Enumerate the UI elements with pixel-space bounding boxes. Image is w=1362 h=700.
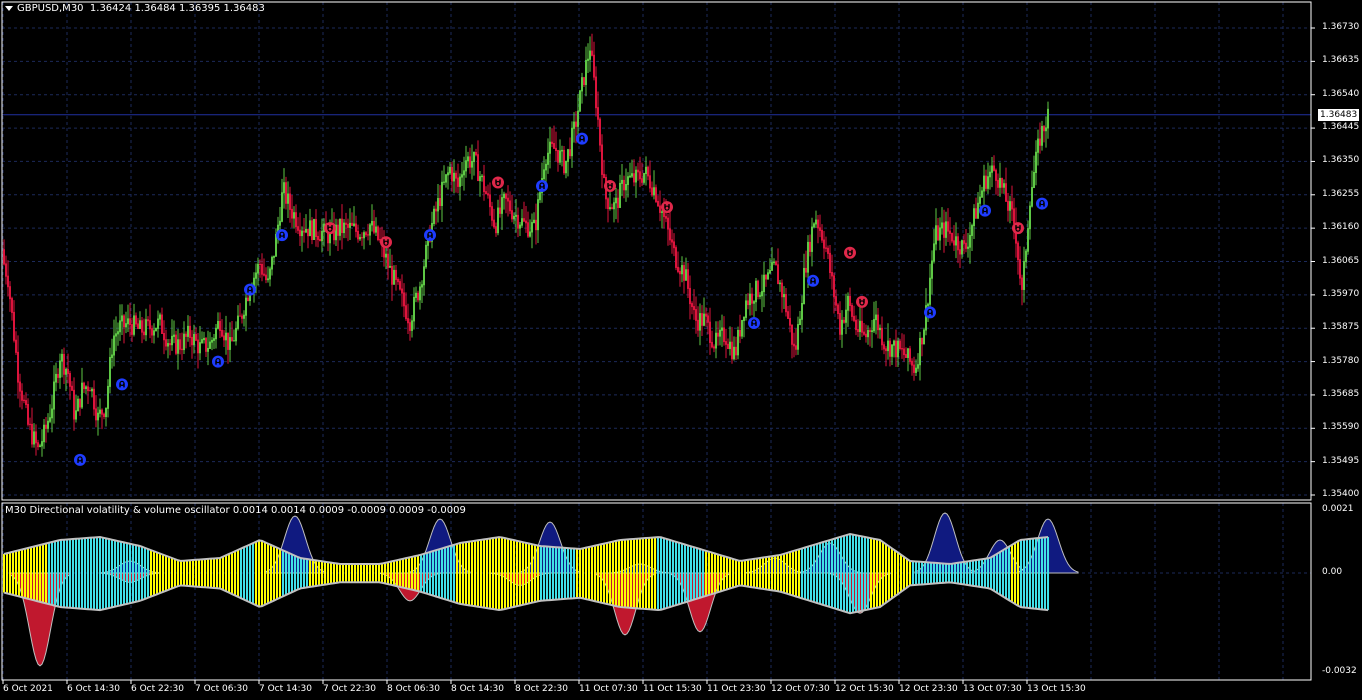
up-signal-icon — [748, 316, 760, 329]
up-signal-icon — [244, 283, 256, 296]
time-tick-label: 12 Oct 07:30 — [771, 684, 830, 694]
time-tick-label: 6 Oct 2021 — [3, 684, 53, 694]
time-tick-label: 12 Oct 23:30 — [899, 684, 958, 694]
up-signal-icon — [424, 229, 436, 242]
indicator-tick-label: 0.0021 — [1322, 504, 1354, 514]
up-signal-icon — [924, 306, 936, 319]
signal-arrows — [74, 132, 1048, 466]
indicator-pane-frame — [1, 502, 1312, 681]
candlestick-series — [3, 33, 1049, 457]
down-signal-icon — [844, 246, 856, 259]
price-tick-label: 1.35400 — [1322, 489, 1360, 499]
ohlc-readout: 1.36424 1.36484 1.36395 1.36483 — [89, 3, 265, 14]
price-tick-label: 1.36540 — [1322, 88, 1360, 99]
price-tick-label: 1.35685 — [1322, 388, 1360, 399]
time-tick-label: 11 Oct 15:30 — [643, 684, 702, 694]
time-tick-label: 8 Oct 06:30 — [387, 684, 440, 694]
volatility-oscillator — [3, 512, 1079, 667]
time-tick-label: 13 Oct 07:30 — [963, 684, 1022, 694]
current-price-tag: 1.36483 — [1318, 108, 1360, 121]
time-tick-label: 13 Oct 15:30 — [1027, 684, 1086, 694]
down-signal-icon — [380, 236, 392, 249]
down-signal-icon — [324, 222, 336, 235]
price-tick-label: 1.36350 — [1322, 155, 1360, 166]
price-tick-label: 1.36635 — [1322, 55, 1360, 66]
price-tick-label: 1.35495 — [1322, 455, 1360, 466]
price-tick-label: 1.35970 — [1322, 288, 1360, 299]
time-tick-label: 8 Oct 22:30 — [515, 684, 568, 694]
price-tick-label: 1.36065 — [1322, 255, 1360, 266]
price-tick-label: 1.36445 — [1322, 122, 1360, 133]
chart-title: GBPUSD,M30 1.36424 1.36484 1.36395 1.364… — [5, 3, 265, 14]
down-signal-icon — [1012, 222, 1024, 235]
chart-canvas[interactable] — [0, 0, 1362, 700]
indicator-tick-label: -0.0032 — [1322, 666, 1357, 676]
time-tick-label: 12 Oct 15:30 — [835, 684, 894, 694]
up-signal-icon — [276, 229, 288, 242]
up-signal-icon — [212, 355, 224, 368]
indicator-title: M30 Directional volatility & volume osci… — [5, 505, 466, 516]
up-signal-icon — [1036, 197, 1048, 210]
down-signal-icon — [492, 176, 504, 189]
collapse-triangle-icon[interactable] — [5, 5, 13, 11]
time-tick-label: 8 Oct 14:30 — [451, 684, 504, 694]
main-pane-frame — [1, 1, 1312, 501]
price-tick-label: 1.36160 — [1322, 222, 1360, 233]
down-signal-icon — [856, 295, 868, 308]
down-signal-icon — [661, 201, 673, 214]
time-tick-label: 7 Oct 06:30 — [195, 684, 248, 694]
price-tick-label: 1.35780 — [1322, 355, 1360, 366]
up-signal-icon — [536, 180, 548, 193]
time-tick-label: 6 Oct 14:30 — [67, 684, 120, 694]
price-tick-label: 1.36255 — [1322, 188, 1360, 199]
time-tick-label: 11 Oct 07:30 — [579, 684, 638, 694]
up-signal-icon — [576, 132, 588, 145]
down-signal-icon — [604, 180, 616, 193]
price-tick-label: 1.35590 — [1322, 422, 1360, 433]
time-tick-label: 11 Oct 23:30 — [707, 684, 766, 694]
indicator-tick-label: 0.00 — [1322, 567, 1343, 577]
time-tick-label: 7 Oct 22:30 — [323, 684, 376, 694]
price-tick-label: 1.36730 — [1322, 22, 1360, 32]
time-tick-label: 7 Oct 14:30 — [259, 684, 312, 694]
symbol-label: GBPUSD,M30 — [17, 3, 84, 14]
up-signal-icon — [979, 204, 991, 217]
time-tick-label: 6 Oct 22:30 — [131, 684, 184, 694]
price-tick-label: 1.35875 — [1322, 322, 1360, 333]
up-signal-icon — [74, 453, 86, 466]
up-signal-icon — [807, 274, 819, 287]
up-signal-icon — [116, 378, 128, 391]
